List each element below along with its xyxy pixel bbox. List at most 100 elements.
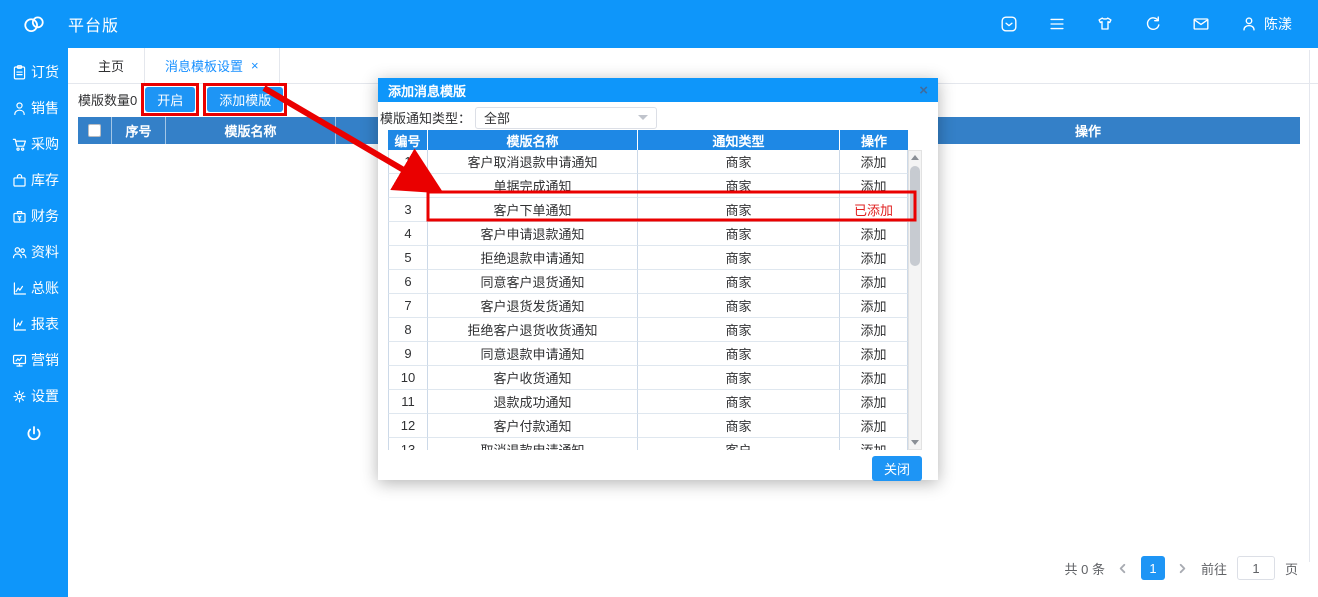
sidebar-item-dinghuo[interactable]: 订货 — [0, 54, 68, 90]
mail-icon[interactable] — [1190, 13, 1212, 35]
template-row: 2 单据完成通知 商家 添加 — [388, 174, 908, 198]
select-all-checkbox[interactable] — [88, 124, 101, 137]
template-row: 9 同意退款申请通知 商家 添加 — [388, 342, 908, 366]
annotation-rect-add: 添加模版 — [203, 82, 288, 116]
template-row: 6 同意客户退货通知 商家 添加 — [388, 270, 908, 294]
scroll-down-icon[interactable] — [909, 436, 921, 449]
add-action-link[interactable]: 添加 — [840, 366, 908, 390]
add-action-link[interactable]: 添加 — [840, 270, 908, 294]
sidebar-item-zongzhang[interactable]: 总账 — [0, 270, 68, 306]
sidebar-item-ziliao[interactable]: 资料 — [0, 234, 68, 270]
notify-type: 商家 — [638, 270, 840, 294]
chevron-right-icon — [1180, 563, 1186, 573]
modal-close-icon[interactable]: × — [919, 83, 928, 98]
template-row: 4 客户申请退款通知 商家 添加 — [388, 222, 908, 246]
open-button[interactable]: 开启 — [145, 86, 196, 112]
col-action: 操作 — [1074, 124, 1101, 139]
content-right-border — [1309, 50, 1310, 562]
sidebar-item-yingxiao[interactable]: 营销 — [0, 342, 68, 378]
close-button[interactable]: 关闭 — [871, 455, 922, 481]
monitor-icon — [12, 354, 27, 367]
notify-type: 商家 — [638, 294, 840, 318]
template-row: 1 客户取消退款申请通知 商家 添加 — [388, 150, 908, 174]
template-name: 客户申请退款通知 — [428, 222, 638, 246]
add-action-link[interactable]: 添加 — [840, 438, 908, 450]
tab-message-template-settings[interactable]: 消息模板设置 × — [145, 48, 280, 83]
modal-table: 编号 模版名称 通知类型 操作 1 客户取消退款申请通知 商家 添加 2 单据完成通知 商家… — [388, 130, 922, 450]
notify-type: 商家 — [638, 150, 840, 174]
template-name: 拒绝退款申请通知 — [428, 246, 638, 270]
modal-scrollbar[interactable] — [908, 150, 922, 450]
goto-page-input[interactable] — [1236, 556, 1275, 580]
box-icon — [13, 173, 26, 187]
add-action-link[interactable]: 添加 — [840, 246, 908, 270]
add-action-link[interactable]: 添加 — [840, 174, 908, 198]
row-number: 6 — [388, 270, 428, 294]
col-template-name: 模版名称 — [166, 117, 336, 144]
row-number: 3 — [388, 198, 428, 222]
template-row: 7 客户退货发货通知 商家 添加 — [388, 294, 908, 318]
add-action-link[interactable]: 添加 — [840, 222, 908, 246]
refresh-icon[interactable] — [1142, 13, 1164, 35]
template-row: 10 客户收货通知 商家 添加 — [388, 366, 908, 390]
scrollbar-thumb[interactable] — [910, 166, 920, 266]
row-number: 7 — [388, 294, 428, 318]
modal-table-header: 编号 模版名称 通知类型 操作 — [388, 130, 908, 150]
sidebar-item-xiaoshou[interactable]: 销售 — [0, 90, 68, 126]
select-value: 全部 — [484, 111, 511, 126]
row-number: 5 — [388, 246, 428, 270]
filter-label: 模版通知类型： — [380, 111, 472, 126]
template-row: 8 拒绝客户退货收货通知 商家 添加 — [388, 318, 908, 342]
notify-type: 商家 — [638, 318, 840, 342]
add-template-button[interactable]: 添加模版 — [207, 86, 284, 112]
sidebar-item-kucun[interactable]: 库存 — [0, 162, 68, 198]
user-menu[interactable]: 陈漾 — [1238, 13, 1292, 35]
add-action-link[interactable]: 添加 — [840, 342, 908, 366]
sidebar-item-caiwu[interactable]: 财务 — [0, 198, 68, 234]
tab-home[interactable]: 主页 — [78, 48, 146, 83]
chart-axis-icon — [13, 281, 27, 295]
menu-icon[interactable] — [1046, 13, 1068, 35]
add-action-link[interactable]: 添加 — [840, 294, 908, 318]
scroll-up-icon[interactable] — [909, 151, 921, 164]
template-name: 拒绝客户退货收货通知 — [428, 318, 638, 342]
app-icon[interactable] — [998, 13, 1020, 35]
notify-type-select[interactable]: 全部 — [475, 106, 658, 129]
template-row: 11 退款成功通知 商家 添加 — [388, 390, 908, 414]
goto-unit: 页 — [1284, 561, 1298, 577]
page-number-button[interactable]: 1 — [1140, 556, 1165, 580]
modal-title-bar: 添加消息模版 × — [378, 78, 938, 102]
power-icon — [27, 426, 41, 441]
cart-icon — [12, 138, 27, 151]
template-row: 12 客户付款通知 商家 添加 — [388, 414, 908, 438]
add-action-link[interactable]: 添加 — [840, 150, 908, 174]
chevron-left-icon — [1120, 563, 1126, 573]
notify-type: 商家 — [638, 366, 840, 390]
tab-close-icon[interactable]: × — [251, 58, 259, 73]
prev-page-button[interactable] — [1115, 556, 1131, 580]
sidebar-item-caigou[interactable]: 采购 — [0, 126, 68, 162]
add-action-link[interactable]: 添加 — [840, 318, 908, 342]
chevron-down-icon — [638, 115, 649, 120]
row-number: 2 — [388, 174, 428, 198]
row-number: 1 — [388, 150, 428, 174]
add-action-link[interactable]: 添加 — [840, 414, 908, 438]
sidebar-item-shezhi[interactable]: 设置 — [0, 378, 68, 414]
app-title: 平台版 — [68, 18, 120, 35]
user-name: 陈漾 — [1264, 16, 1292, 32]
add-action-link[interactable]: 添加 — [840, 390, 908, 414]
template-name: 客户下单通知 — [428, 198, 638, 222]
template-name: 客户付款通知 — [428, 414, 638, 438]
template-name: 取消退款申请通知 — [428, 438, 638, 450]
user-icon — [1238, 13, 1260, 35]
notify-type: 商家 — [638, 222, 840, 246]
clipboard-icon — [13, 64, 26, 79]
col-index: 序号 — [112, 117, 166, 144]
tshirt-icon[interactable] — [1094, 13, 1116, 35]
pagination: 共 0 条 1 前往 页 — [1065, 556, 1298, 580]
logout-power-button[interactable] — [0, 416, 68, 452]
next-page-button[interactable] — [1175, 556, 1191, 580]
col-type: 通知类型 — [638, 130, 840, 150]
sidebar-item-baobiao[interactable]: 报表 — [0, 306, 68, 342]
added-label[interactable]: 已添加 — [840, 198, 908, 222]
